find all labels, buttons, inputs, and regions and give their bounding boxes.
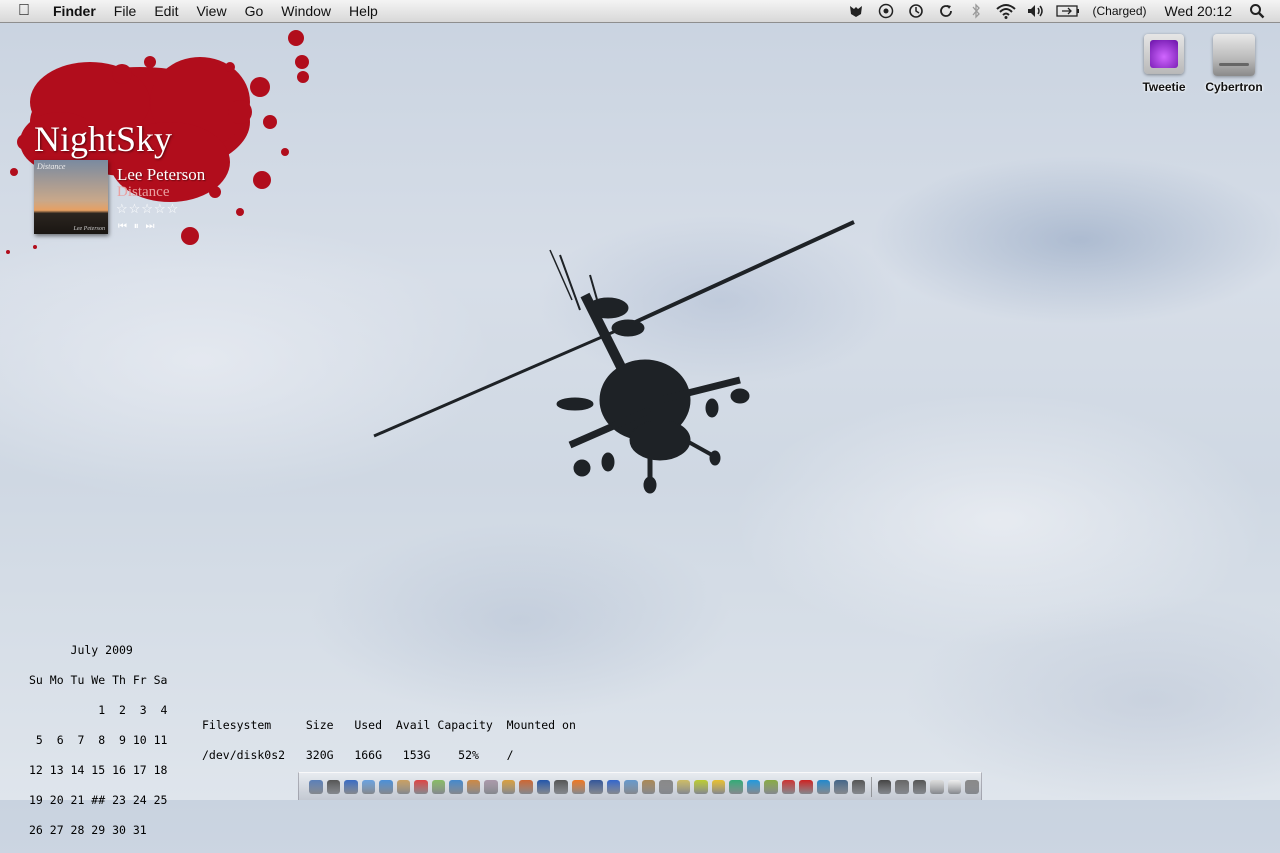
spotlight-icon[interactable] xyxy=(1246,0,1268,22)
disk-row: /dev/disk0s2 320G 166G 153G 52% / xyxy=(202,748,514,762)
menu-help[interactable]: Help xyxy=(340,0,387,22)
dock-app-icon[interactable] xyxy=(571,779,585,794)
track-rating-stars[interactable]: ☆☆☆☆☆ xyxy=(116,201,179,217)
disk-header: Filesystem Size Used Avail Capacity Moun… xyxy=(202,718,576,732)
apple-menu-icon[interactable]:  xyxy=(0,0,44,22)
dock-app-icon[interactable] xyxy=(711,779,725,794)
dock-app-icon[interactable] xyxy=(466,779,480,794)
calendar-row: 26 27 28 29 30 31 xyxy=(29,823,147,837)
battery-status[interactable]: (Charged) xyxy=(1085,4,1155,18)
dock-app-icon[interactable] xyxy=(764,779,778,794)
dock-app-icon[interactable] xyxy=(694,779,708,794)
dock-app-icon[interactable] xyxy=(799,779,813,794)
calendar-row: 12 13 14 15 16 17 18 xyxy=(29,763,168,777)
desktop-icon-tweetie[interactable]: Tweetie xyxy=(1126,34,1202,94)
helicopter-graphic xyxy=(373,220,855,494)
growl-icon[interactable] xyxy=(845,0,867,22)
menu-edit[interactable]: Edit xyxy=(145,0,187,22)
dock-separator xyxy=(871,776,872,797)
dock-app-icon[interactable] xyxy=(729,779,743,794)
dock-app-icon[interactable] xyxy=(659,779,673,794)
dock-app-icon[interactable] xyxy=(676,779,690,794)
gear-icon[interactable] xyxy=(875,0,897,22)
dock-app-icon[interactable] xyxy=(851,779,865,794)
sync-icon[interactable] xyxy=(935,0,957,22)
dock-app-icon[interactable] xyxy=(834,779,848,794)
dock-app-icon[interactable] xyxy=(816,779,830,794)
menu-window[interactable]: Window xyxy=(272,0,340,22)
widget-title: NightSky xyxy=(34,119,173,159)
album-art-artist: Lee Peterson xyxy=(73,226,106,232)
desktop-icon-cybertron[interactable]: Cybertron xyxy=(1196,34,1272,94)
volume-icon[interactable] xyxy=(1025,0,1047,22)
dock-app-icon[interactable] xyxy=(431,779,445,794)
dock-app-icon[interactable] xyxy=(895,779,909,794)
dock-app-icon[interactable] xyxy=(624,779,638,794)
calendar-widget: July 2009 Su Mo Tu We Th Fr Sa 1 2 3 4 5… xyxy=(29,628,167,853)
dock-app-icon[interactable] xyxy=(414,779,428,794)
dock-app-icon[interactable] xyxy=(641,779,655,794)
bluetooth-icon[interactable] xyxy=(965,0,987,22)
menu-clock[interactable]: Wed 20:12 xyxy=(1155,3,1242,19)
wifi-icon[interactable] xyxy=(995,0,1017,22)
dock-app-icon[interactable] xyxy=(309,779,323,794)
dock-app-icon[interactable] xyxy=(361,779,375,794)
battery-icon[interactable] xyxy=(1055,0,1081,22)
menu-file[interactable]: File xyxy=(105,0,146,22)
dock-app-icon[interactable] xyxy=(449,779,463,794)
tweetie-icon xyxy=(1144,34,1184,74)
dock xyxy=(298,772,982,800)
calendar-row: 5 6 7 8 9 10 11 xyxy=(29,733,168,747)
dock-app-icon[interactable] xyxy=(344,779,358,794)
album-art-title: Distance xyxy=(37,162,66,171)
dock-app-icon[interactable] xyxy=(554,779,568,794)
calendar-row: 19 20 21 ## 23 24 25 xyxy=(29,793,168,807)
dock-app-icon[interactable] xyxy=(326,779,340,794)
dock-app-icon[interactable] xyxy=(501,779,515,794)
dock-app-icon[interactable] xyxy=(912,779,927,794)
dock-app-icon[interactable] xyxy=(781,779,795,794)
dock-app-icon[interactable] xyxy=(379,779,393,794)
menu-bar:  Finder File Edit View Go Window Help (… xyxy=(0,0,1280,23)
time-machine-icon[interactable] xyxy=(905,0,927,22)
dock-app-icon[interactable] xyxy=(606,779,620,794)
hard-drive-icon xyxy=(1213,34,1255,76)
dock-app-icon[interactable] xyxy=(746,779,760,794)
disk-usage-widget: Filesystem Size Used Avail Capacity Moun… xyxy=(202,703,576,778)
track-artist: Lee Peterson xyxy=(117,165,206,184)
dock-app-icon[interactable] xyxy=(396,779,410,794)
desktop-icon-label: Cybertron xyxy=(1205,80,1263,94)
dock-app-icon[interactable] xyxy=(930,779,944,794)
menu-app-finder[interactable]: Finder xyxy=(44,0,105,22)
calendar-weekdays: Su Mo Tu We Th Fr Sa xyxy=(29,673,168,687)
menu-go[interactable]: Go xyxy=(236,0,273,22)
dock-app-icon[interactable] xyxy=(519,779,533,794)
playback-controls[interactable]: ⏮ ⏸ ⏭ xyxy=(118,221,157,232)
track-title: Distance xyxy=(117,184,170,200)
dock-app-icon[interactable] xyxy=(965,779,979,794)
dock-app-icon[interactable] xyxy=(536,779,550,794)
calendar-row: 1 2 3 4 xyxy=(29,703,168,717)
dock-app-icon[interactable] xyxy=(589,779,603,794)
dock-app-icon[interactable] xyxy=(877,779,892,794)
album-artwork[interactable]: Distance Lee Peterson xyxy=(34,160,108,234)
nightsky-widget[interactable]: NightSky Distance Lee Peterson Lee Peter… xyxy=(0,22,320,262)
calendar-header: July 2009 xyxy=(29,643,133,657)
desktop-icon-label: Tweetie xyxy=(1142,80,1186,94)
menu-view[interactable]: View xyxy=(187,0,235,22)
dock-app-icon[interactable] xyxy=(484,779,498,794)
dock-app-icon[interactable] xyxy=(947,779,962,794)
